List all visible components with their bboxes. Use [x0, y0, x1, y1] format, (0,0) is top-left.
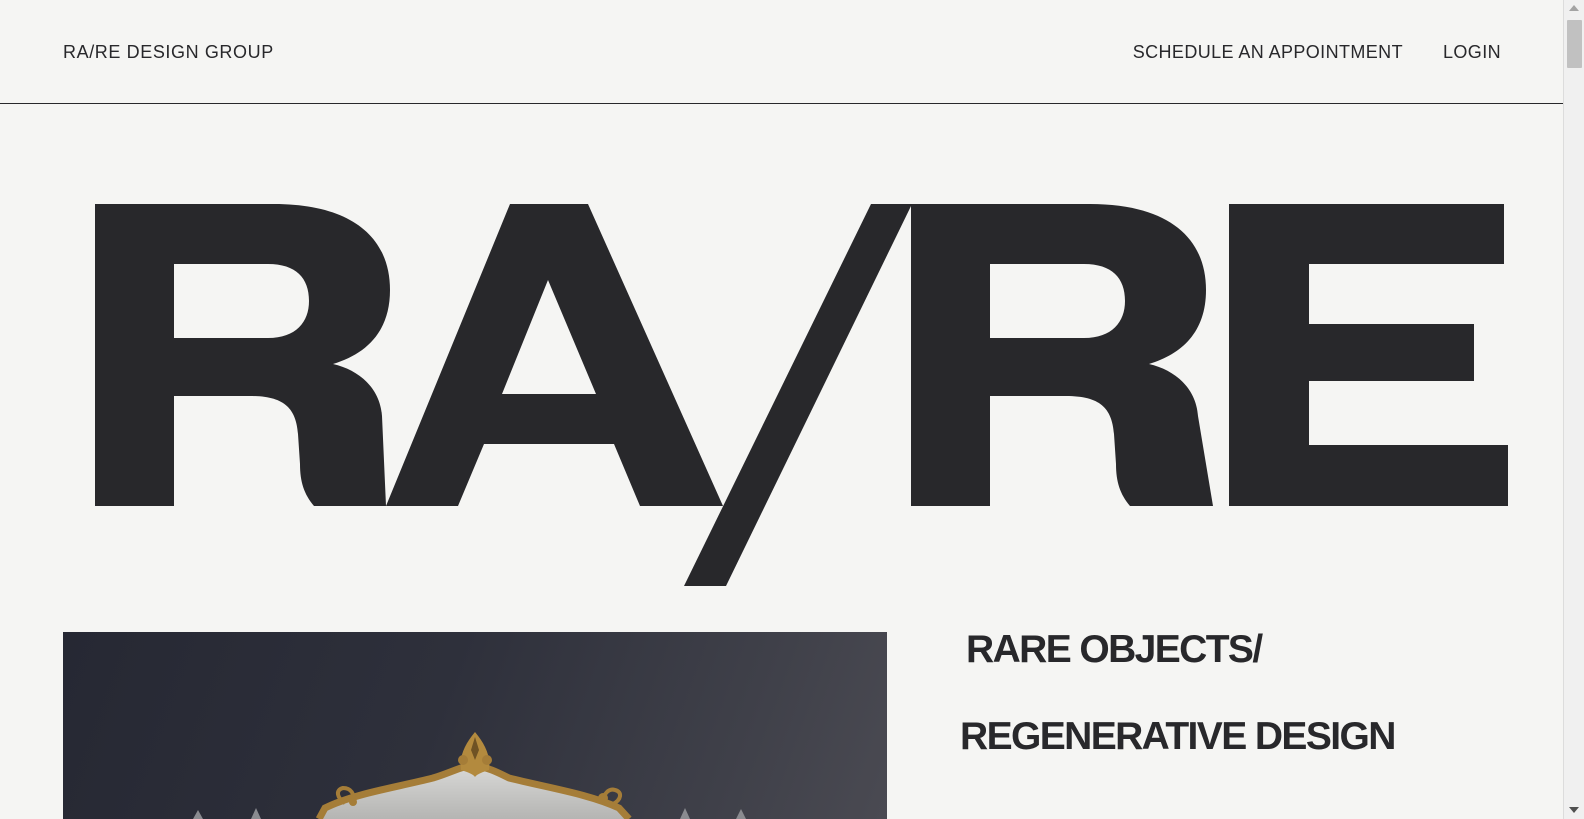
logo-letter-e	[1229, 204, 1508, 506]
hero-logo	[92, 204, 1512, 589]
tagline-regenerative-design: REGENERATIVE DESIGN	[960, 715, 1396, 758]
login-link[interactable]: LOGIN	[1443, 42, 1501, 63]
tagline-rare-objects: RARE OBJECTS/	[966, 628, 1263, 671]
logo-letter-a	[386, 204, 723, 506]
site-header: RA/RE DESIGN GROUP SCHEDULE AN APPOINTME…	[0, 0, 1563, 104]
main-nav: SCHEDULE AN APPOINTMENT LOGIN	[1133, 42, 1501, 63]
logo-letter-r-2	[911, 204, 1213, 506]
logo-letter-r-1	[95, 204, 390, 506]
scroll-thumb[interactable]	[1567, 20, 1582, 68]
schedule-appointment-link[interactable]: SCHEDULE AN APPOINTMENT	[1133, 42, 1403, 63]
scroll-up-arrow-icon[interactable]	[1569, 5, 1579, 11]
scroll-down-arrow-icon[interactable]	[1569, 807, 1579, 813]
brand-link[interactable]: RA/RE DESIGN GROUP	[63, 42, 274, 63]
featured-mirror-image	[63, 632, 887, 819]
page: RA/RE DESIGN GROUP SCHEDULE AN APPOINTME…	[0, 0, 1563, 819]
logo-slash	[684, 204, 912, 586]
taglines: RARE OBJECTS/ REGENERATIVE DESIGN	[960, 628, 1396, 759]
vertical-scrollbar[interactable]	[1563, 0, 1584, 819]
mirror	[315, 732, 632, 819]
